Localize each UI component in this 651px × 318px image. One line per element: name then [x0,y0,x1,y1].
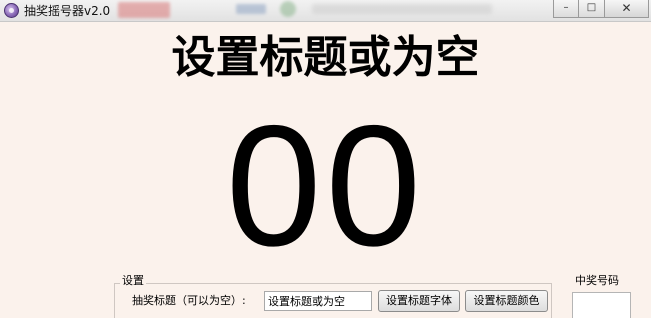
blurred-overlay-green [280,1,296,17]
window-controls: – □ ✕ [553,0,649,18]
lottery-title: 设置标题或为空 [171,32,480,83]
close-button[interactable]: ✕ [605,0,649,18]
winner-number-label: 中奖号码 [575,274,619,287]
window-title: 抽奖摇号器v2.0 [24,4,111,18]
blurred-overlay-grey [312,4,492,14]
set-title-color-button[interactable]: 设置标题颜色 [465,290,548,312]
title-field-label: 抽奖标题（可以为空）: [132,294,246,307]
app-icon[interactable] [4,3,19,18]
winner-number-box [572,292,631,318]
title-input[interactable] [264,291,372,311]
settings-legend: 设置 [120,274,146,287]
set-title-font-button[interactable]: 设置标题字体 [378,290,460,312]
minimize-button[interactable]: – [553,0,579,18]
blurred-overlay-blue [236,4,266,14]
lottery-number: 00 [225,90,426,282]
maximize-button[interactable]: □ [579,0,605,18]
blurred-overlay-red [118,2,170,18]
title-bar[interactable]: 抽奖摇号器v2.0 – □ ✕ [0,0,651,22]
